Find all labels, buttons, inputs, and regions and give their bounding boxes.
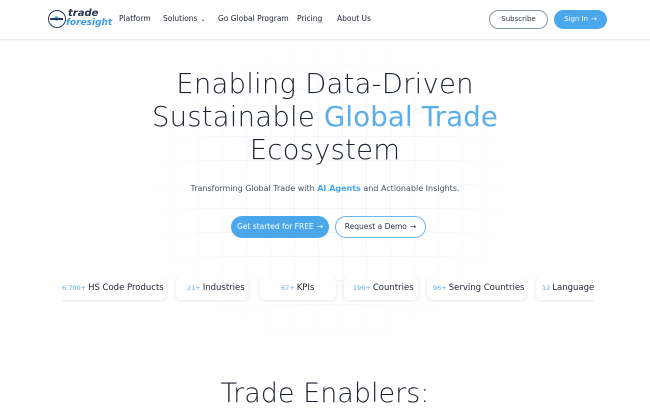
nav-platform[interactable]: Platform <box>119 14 151 23</box>
subtitle-ai-agents: AI Agents <box>317 184 361 193</box>
subscribe-button[interactable]: Subscribe <box>489 10 548 29</box>
hero-title-accent: Global Trade <box>323 101 499 133</box>
stat-label: Languages <box>552 283 594 293</box>
sign-in-label: Sign In <box>564 15 589 23</box>
nav-solutions[interactable]: Solutions ⌄ <box>163 14 206 23</box>
stat-card-kpis: 67+ KPIs <box>260 277 336 300</box>
get-started-free-button[interactable]: Get started for FREE → <box>231 216 329 238</box>
stat-card-hs-codes: 6,700+ HS Code Products <box>62 277 166 300</box>
logo-text-foresight: foresight <box>66 18 113 28</box>
chevron-down-icon: ⌄ <box>200 16 206 23</box>
get-started-label: Get started for FREE <box>237 222 314 231</box>
globe-logo-icon <box>48 10 66 28</box>
stat-label: Countries <box>372 283 414 293</box>
stat-card-industries: 21+ Industries <box>176 277 248 300</box>
hero-title: Enabling Data-Driven Sustainable Global … <box>0 68 650 167</box>
stat-label: Serving Countries <box>448 283 525 293</box>
stat-number: 12 <box>542 284 551 292</box>
top-navbar: trade foresight Platform Solutions ⌄ Go G… <box>0 0 650 40</box>
stat-label: HS Code Products <box>88 283 164 293</box>
stat-label: Industries <box>202 283 245 293</box>
nav-about-us[interactable]: About Us <box>337 14 371 23</box>
arrow-right-icon: → <box>316 222 323 231</box>
hero-title-line2-plain: Sustainable <box>151 101 324 133</box>
stat-number: 96+ <box>433 284 447 292</box>
stat-number: 196+ <box>353 284 371 292</box>
trade-enablers-heading: Trade Enablers: <box>220 378 430 409</box>
subtitle-before: Transforming Global Trade with <box>190 184 318 193</box>
sign-in-button[interactable]: Sign In → <box>554 10 607 29</box>
arrow-right-icon: → <box>591 15 597 23</box>
stat-card-serving-countries: 96+ Serving Countries <box>427 277 526 300</box>
hero-title-line3: Ecosystem <box>249 134 401 166</box>
request-demo-label: Request a Demo <box>344 222 407 231</box>
stat-card-languages: 12Languages <box>536 277 594 300</box>
tradeforesight-logo[interactable]: trade foresight <box>48 9 112 31</box>
arrow-right-icon: → <box>409 222 417 231</box>
stat-number: 67+ <box>281 284 295 292</box>
hero-title-line1: Enabling Data-Driven <box>176 68 474 100</box>
stat-number: 21+ <box>187 284 201 292</box>
request-demo-button[interactable]: Request a Demo → <box>335 216 426 238</box>
stat-number: 6,700+ <box>62 284 87 292</box>
nav-go-global-program[interactable]: Go Global Program <box>218 14 289 23</box>
nav-pricing[interactable]: Pricing <box>297 14 322 23</box>
stats-marquee: 6,700+ HS Code Products 21+ Industries 67+… <box>62 277 594 302</box>
nav-solutions-label: Solutions <box>163 14 198 23</box>
subtitle-after: and Actionable Insights. <box>360 184 460 193</box>
hero-subtitle: Transforming Global Trade with AI Agents… <box>0 184 650 193</box>
stat-label: KPIs <box>296 283 315 293</box>
stat-card-countries: 196+ Countries <box>344 277 418 300</box>
